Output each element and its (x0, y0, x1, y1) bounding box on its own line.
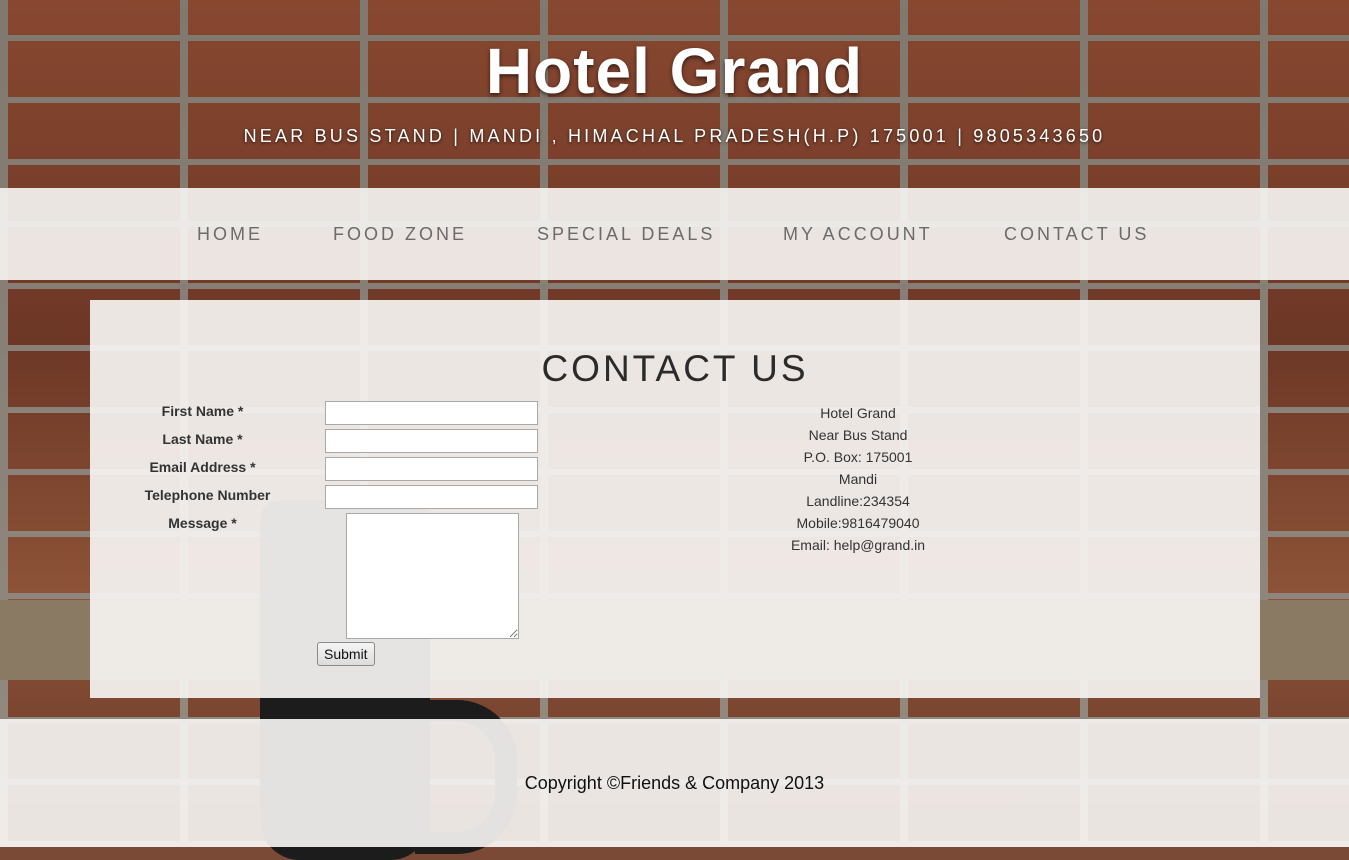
telephone-field[interactable] (325, 485, 538, 509)
last-name-field[interactable] (325, 429, 538, 453)
main-nav: HOME FOOD ZONE SPECIAL DEALS MY ACCOUNT … (0, 188, 1349, 280)
nav-item-home[interactable]: HOME (197, 224, 263, 245)
site-footer: Copyright ©Friends & Company 2013 (0, 719, 1349, 847)
site-header: Hotel Grand NEAR BUS STAND | MANDI , HIM… (0, 0, 1349, 188)
nav-item-contact-us[interactable]: CONTACT US (1004, 224, 1149, 245)
address-line: Mobile:9816479040 (796, 515, 920, 531)
first-name-field[interactable] (325, 401, 538, 425)
message-label: Message * (168, 515, 237, 531)
address-line: Landline:234354 (806, 493, 910, 509)
address-line: Hotel Grand (820, 405, 896, 421)
first-name-label: First Name * (161, 403, 244, 419)
nav-item-my-account[interactable]: MY ACCOUNT (783, 224, 933, 245)
site-title: Hotel Grand (485, 35, 864, 107)
address-line: Near Bus Stand (808, 427, 908, 443)
nav-item-food-zone[interactable]: FOOD ZONE (333, 224, 467, 245)
address-line: P.O. Box: 175001 (803, 449, 913, 465)
message-field[interactable] (346, 513, 519, 639)
page-title: CONTACT US (541, 348, 809, 389)
email-field[interactable] (325, 457, 538, 481)
address-line: Mandi (838, 471, 878, 487)
nav-item-special-deals[interactable]: SPECIAL DEALS (537, 224, 715, 245)
copyright-text: Copyright ©Friends & Company 2013 (524, 773, 825, 793)
site-subtitle: NEAR BUS STAND | MANDI , HIMACHAL PRADES… (243, 126, 1106, 146)
last-name-label: Last Name * (162, 431, 243, 447)
hotel-address: Hotel Grand Near Bus Stand P.O. Box: 175… (738, 402, 978, 556)
contact-panel: CONTACT US First Name * Last Name * Emai… (90, 300, 1260, 698)
telephone-label: Telephone Number (144, 487, 271, 503)
address-line: Email: help@grand.in (790, 537, 926, 553)
email-label: Email Address * (149, 459, 256, 475)
submit-button[interactable]: Submit (317, 642, 375, 666)
